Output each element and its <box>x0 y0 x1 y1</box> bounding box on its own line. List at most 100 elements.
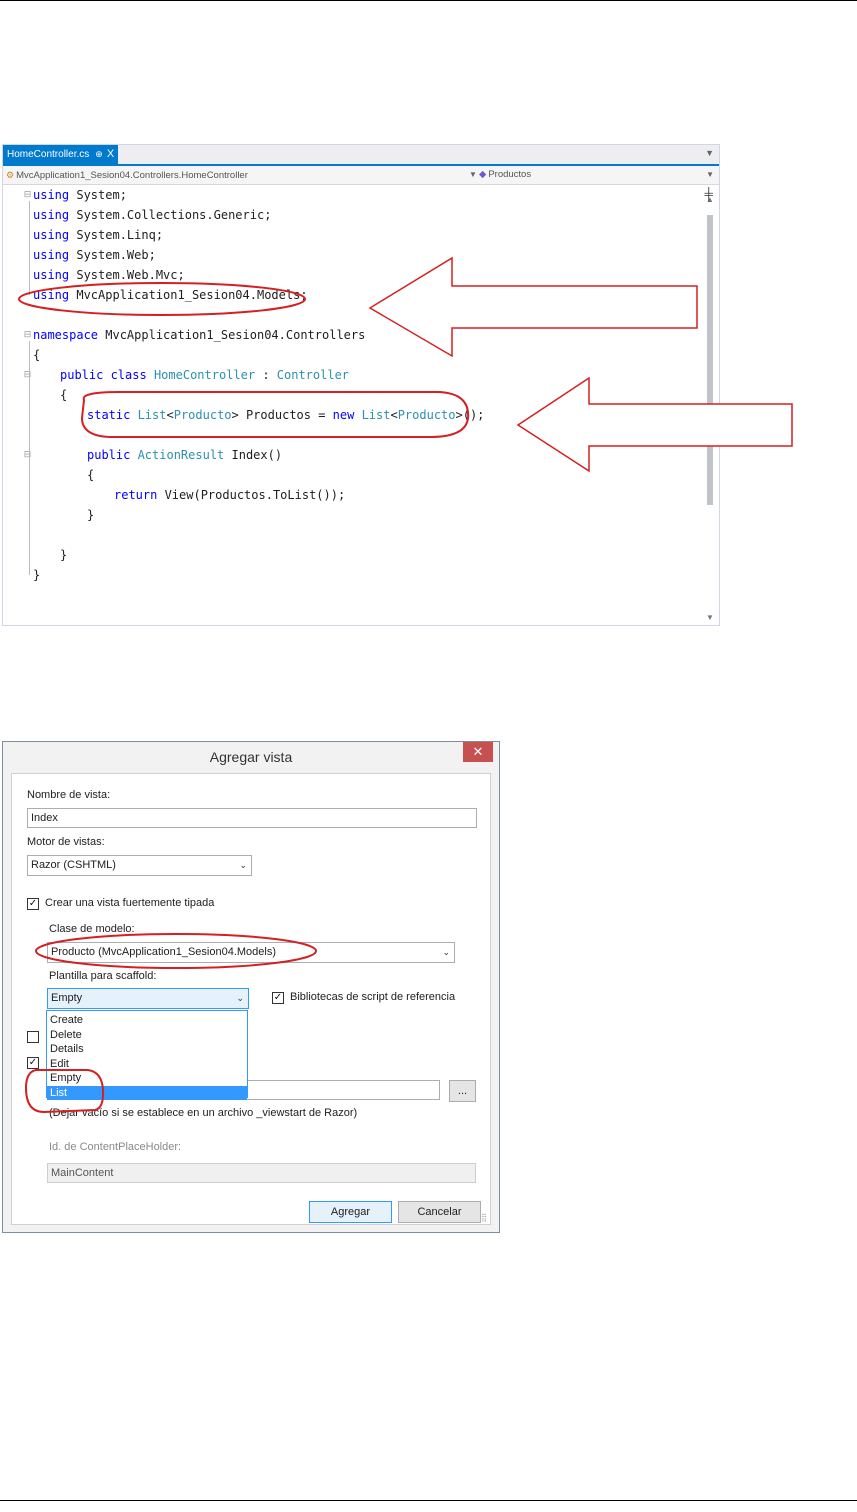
code-token: } <box>33 568 41 582</box>
placeholder-input: MainContent <box>47 1163 476 1183</box>
field-icon: ◆ <box>479 169 487 180</box>
navigation-bar: ⚙ MvcApplication1_Sesion04.Controllers.Ho… <box>3 166 719 185</box>
keyword-token: using <box>33 208 70 222</box>
pin-icon[interactable]: ⊕ <box>95 149 103 159</box>
type-token: List <box>130 408 167 422</box>
code-token: >(); <box>455 408 485 422</box>
keyword-token: new <box>325 408 355 422</box>
dialog-body: Nombre de vista: Index Motor de vistas: … <box>11 773 491 1225</box>
scaffold-option-list[interactable]: List <box>47 1085 247 1100</box>
collapse-icon[interactable]: ⊟ <box>23 325 32 345</box>
code-token: : <box>255 368 270 382</box>
code-area[interactable]: using System; using System.Collections.Ge… <box>3 185 703 625</box>
code-line[interactable]: using System; <box>33 185 127 205</box>
code-token: System.Linq; <box>69 228 164 242</box>
add-view-dialog: Agregar vista ✕ Nombre de vista: Index M… <box>2 741 500 1233</box>
chevron-down-icon: ⌄ <box>239 860 247 870</box>
keyword-token: using <box>33 288 70 302</box>
code-token: { <box>60 388 68 402</box>
scroll-thumb[interactable] <box>707 215 713 505</box>
script-libs-checkbox[interactable]: ✓ <box>272 992 284 1004</box>
strongly-typed-label: Crear una vista fuertemente tipada <box>45 897 215 909</box>
code-line[interactable]: namespace MvcApplication1_Sesion04.Contr… <box>33 325 365 345</box>
tab-homecontroller[interactable]: HomeController.cs ⊕ X <box>3 145 119 164</box>
scaffold-option-details[interactable]: Details <box>47 1042 247 1056</box>
code-line[interactable]: } <box>60 545 67 565</box>
type-dropdown[interactable]: ⚙ MvcApplication1_Sesion04.Controllers.Ho… <box>6 166 248 185</box>
dialog-titlebar: Agregar vista ✕ <box>3 742 499 773</box>
close-icon[interactable]: X <box>107 148 114 160</box>
cancel-button[interactable]: Cancelar <box>398 1201 481 1223</box>
code-line[interactable]: using System.Collections.Generic; <box>33 205 271 225</box>
layout-hint: (Dejar vacío si se establece en un archi… <box>49 1107 358 1119</box>
strongly-typed-checkbox[interactable]: ✓ <box>27 898 39 910</box>
code-line[interactable]: static List<Producto> Productos = new Li… <box>87 405 484 425</box>
use-layout-checkbox[interactable]: ✓ <box>27 1057 39 1069</box>
code-line[interactable]: return View(Productos.ToList()); <box>114 485 345 505</box>
resize-grip-icon[interactable]: ⣿ <box>481 1213 487 1222</box>
code-token: < <box>390 408 398 422</box>
scaffold-option-empty[interactable]: Empty <box>47 1071 247 1085</box>
dialog-title: Agregar vista <box>209 749 293 765</box>
keyword-token: public <box>60 368 104 382</box>
scaffold-option-create[interactable]: Create <box>47 1013 247 1027</box>
scroll-down-icon[interactable]: ▼ <box>706 613 714 622</box>
code-token: MvcApplication1_Sesion04.Controllers <box>98 328 366 342</box>
engine-select[interactable]: Razor (CSHTML) ⌄ <box>27 855 252 876</box>
type-dropdown-chevron-icon[interactable]: ▼ <box>469 166 477 184</box>
outline-guide <box>29 461 30 515</box>
tab-label: HomeController.cs <box>7 149 90 160</box>
split-window-icon[interactable]: ╪ <box>704 187 713 201</box>
code-token: Index() <box>224 448 283 462</box>
collapse-icon[interactable]: ⊟ <box>23 445 32 465</box>
top-rule <box>0 0 857 1</box>
keyword-token: static <box>87 408 131 422</box>
bottom-rule <box>0 1500 857 1501</box>
member-dropdown[interactable]: ◆ Productos <box>479 166 531 184</box>
class-icon: ⚙ <box>6 170 15 180</box>
type-token: ActionResult <box>130 448 225 462</box>
code-line[interactable]: using System.Web.Mvc; <box>33 265 185 285</box>
code-line[interactable]: { <box>87 465 94 485</box>
vertical-scrollbar[interactable]: ▲ ▼ <box>705 185 715 625</box>
close-button[interactable]: ✕ <box>463 742 493 762</box>
code-line[interactable]: using System.Linq; <box>33 225 163 245</box>
code-line[interactable]: { <box>60 385 67 405</box>
member-dropdown-label: Productos <box>488 169 532 180</box>
code-line[interactable]: } <box>87 505 94 525</box>
code-token: { <box>87 468 95 482</box>
model-class-select[interactable]: Producto (MvcApplication1_Sesion04.Model… <box>47 942 455 963</box>
browse-button[interactable]: ... <box>449 1080 476 1102</box>
partial-view-checkbox[interactable] <box>27 1031 39 1043</box>
collapse-icon[interactable]: ⊟ <box>23 365 32 385</box>
keyword-token: return <box>114 488 158 502</box>
member-dropdown-chevron-icon[interactable]: ▼ <box>706 166 714 184</box>
tab-list-dropdown-icon[interactable]: ▼ <box>705 148 714 158</box>
collapse-icon[interactable]: ⊟ <box>23 185 32 205</box>
script-libs-label: Bibliotecas de script de referencia <box>290 991 456 1003</box>
code-token: System.Web; <box>69 248 156 262</box>
chevron-down-icon: ⌄ <box>442 947 450 957</box>
scaffold-option-delete[interactable]: Delete <box>47 1028 247 1042</box>
keyword-token: using <box>33 188 70 202</box>
code-line[interactable]: { <box>33 345 40 365</box>
view-name-label: Nombre de vista: <box>27 789 111 801</box>
code-line[interactable]: using System.Web; <box>33 245 156 265</box>
code-token: System.Web.Mvc; <box>69 268 185 282</box>
code-token: MvcApplication1_Sesion04.Models; <box>69 288 308 302</box>
scaffold-option-edit[interactable]: Edit <box>47 1057 247 1071</box>
code-line[interactable]: using MvcApplication1_Sesion04.Models; <box>33 285 308 305</box>
code-token: { <box>33 348 41 362</box>
code-line[interactable]: public class HomeController : Controller <box>60 365 349 385</box>
scaffold-dropdown-list[interactable]: Create Delete Details Edit Empty List <box>46 1010 248 1100</box>
add-button[interactable]: Agregar <box>309 1201 392 1223</box>
outline-guide <box>29 201 30 295</box>
scaffold-select[interactable]: Empty ⌄ <box>47 988 249 1009</box>
code-line[interactable]: public ActionResult Index() <box>87 445 282 465</box>
code-line[interactable]: } <box>33 565 40 585</box>
type-token: List <box>354 408 391 422</box>
model-class-label: Clase de modelo: <box>49 923 135 935</box>
keyword-token: namespace <box>33 328 99 342</box>
type-token: Producto <box>397 408 456 422</box>
view-name-input[interactable]: Index <box>27 808 477 828</box>
